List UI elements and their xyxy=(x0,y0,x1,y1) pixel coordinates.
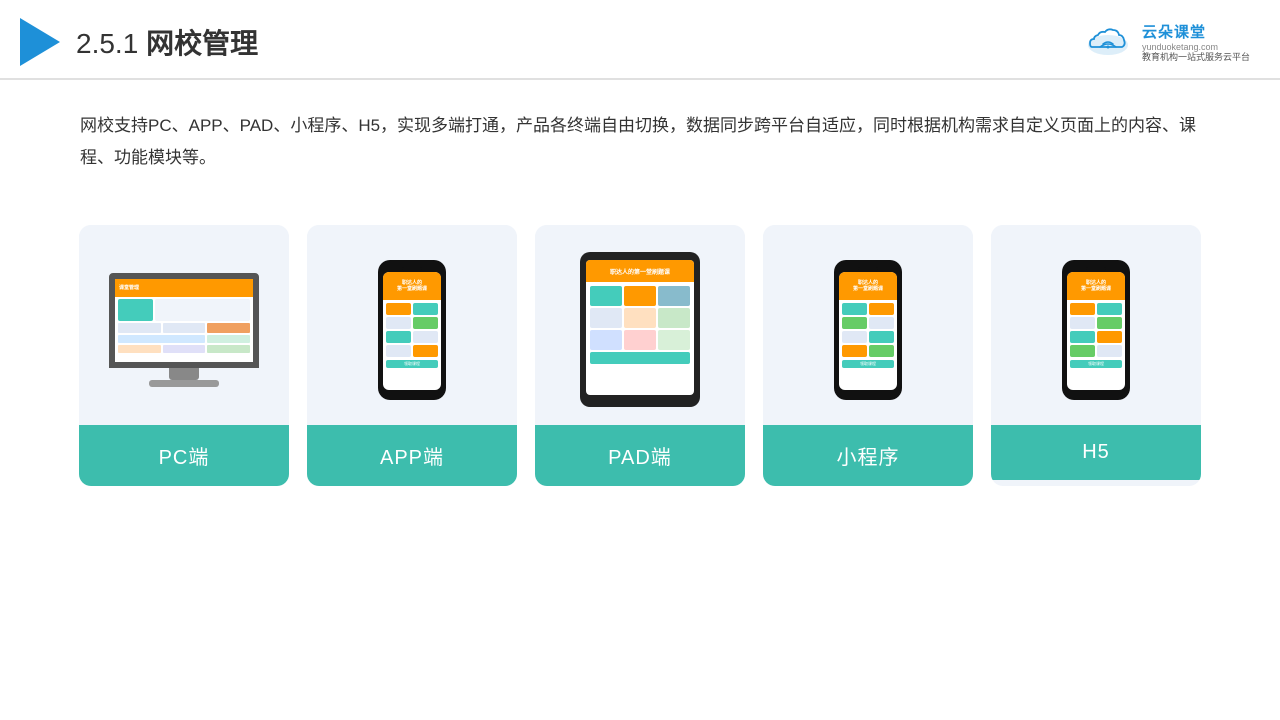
logo-tagline: 教育机构一站式服务云平台 xyxy=(1142,52,1250,64)
title-number: 2.5.1 xyxy=(76,28,138,59)
phone-notch-h5 xyxy=(1086,267,1106,272)
card-h5: 职达人的第一堂刷题课 xyxy=(991,225,1201,486)
phone-header-h5: 职达人的第一堂刷题课 xyxy=(1067,272,1125,300)
phone-notch-app xyxy=(402,267,422,272)
logo-text: 云朵课堂 yunduoketang.com 教育机构一站式服务云平台 xyxy=(1142,21,1250,64)
phone-header-mini: 职达人的第一堂刷题课 xyxy=(839,272,897,300)
phone-body-h5: 领取课程 xyxy=(1067,300,1125,371)
cards-container: 课堂管理 xyxy=(0,195,1280,506)
card-app-image: 职达人的第一堂刷题课 xyxy=(307,225,517,425)
phone-mockup-h5: 职达人的第一堂刷题课 xyxy=(1062,260,1130,400)
card-h5-label: H5 xyxy=(991,425,1201,480)
tablet-block-5 xyxy=(624,308,656,328)
tablet-body xyxy=(586,282,694,368)
play-icon xyxy=(20,18,60,66)
card-app-label: APP端 xyxy=(307,425,517,486)
tablet-block-1 xyxy=(590,286,622,306)
tablet-header: 职达人的第一堂刷题课 xyxy=(586,260,694,282)
pc-mockup: 课堂管理 xyxy=(109,273,259,387)
title-text: 网校管理 xyxy=(146,28,258,59)
pc-screen-content: 课堂管理 xyxy=(115,279,253,362)
tablet-block-3 xyxy=(658,286,690,306)
phone-screen-mini: 职达人的第一堂刷题课 xyxy=(839,272,897,390)
tablet-content: 职达人的第一堂刷题课 xyxy=(586,260,694,395)
pc-stand xyxy=(169,368,199,380)
tablet-block-wide xyxy=(590,352,690,364)
cloud-logo-icon xyxy=(1082,23,1134,61)
tablet-block-4 xyxy=(590,308,622,328)
card-miniprogram-label: 小程序 xyxy=(763,425,973,486)
card-pad: 职达人的第一堂刷题课 xyxy=(535,225,745,486)
phone-body-mini: 领取课程 xyxy=(839,300,897,371)
phone-mockup-mini: 职达人的第一堂刷题课 xyxy=(834,260,902,400)
card-miniprogram: 职达人的第一堂刷题课 xyxy=(763,225,973,486)
tablet-block-9 xyxy=(658,330,690,350)
card-miniprogram-image: 职达人的第一堂刷题课 xyxy=(763,225,973,425)
phone-screen-h5: 职达人的第一堂刷题课 xyxy=(1067,272,1125,390)
card-pc: 课堂管理 xyxy=(79,225,289,486)
pc-screen: 课堂管理 xyxy=(109,273,259,368)
tablet-block-7 xyxy=(590,330,622,350)
tablet-header-text: 职达人的第一堂刷题课 xyxy=(610,267,670,276)
phone-header-text-mini: 职达人的第一堂刷题课 xyxy=(853,280,883,292)
tablet-screen: 职达人的第一堂刷题课 xyxy=(586,260,694,395)
page-title: 2.5.1 网校管理 xyxy=(76,22,258,62)
card-pc-label: PC端 xyxy=(79,425,289,486)
header-left: 2.5.1 网校管理 xyxy=(20,18,258,66)
description-text: 网校支持PC、APP、PAD、小程序、H5，实现多端打通，产品各终端自由切换，数… xyxy=(80,110,1200,175)
phone-screen-app: 职达人的第一堂刷题课 xyxy=(383,272,441,390)
phone-body-app: 领取课程 xyxy=(383,300,441,371)
card-h5-image: 职达人的第一堂刷题课 xyxy=(991,225,1201,425)
phone-header-app: 职达人的第一堂刷题课 xyxy=(383,272,441,300)
tablet-block-2 xyxy=(624,286,656,306)
card-pc-image: 课堂管理 xyxy=(79,225,289,425)
card-app: 职达人的第一堂刷题课 xyxy=(307,225,517,486)
header: 2.5.1 网校管理 云朵课堂 yunduoketang.com 教育机构一站式… xyxy=(0,0,1280,80)
card-pad-label: PAD端 xyxy=(535,425,745,486)
logo-area: 云朵课堂 yunduoketang.com 教育机构一站式服务云平台 xyxy=(1082,21,1250,64)
logo-name: 云朵课堂 xyxy=(1142,21,1206,42)
phone-header-text-h5: 职达人的第一堂刷题课 xyxy=(1081,280,1111,292)
logo-url: yunduoketang.com xyxy=(1142,42,1218,52)
phone-header-text-app: 职达人的第一堂刷题课 xyxy=(397,280,427,292)
phone-notch-mini xyxy=(858,267,878,272)
pc-base xyxy=(149,380,219,387)
tablet-block-8 xyxy=(624,330,656,350)
tablet-block-6 xyxy=(658,308,690,328)
description: 网校支持PC、APP、PAD、小程序、H5，实现多端打通，产品各终端自由切换，数… xyxy=(0,80,1280,185)
tablet-mockup: 职达人的第一堂刷题课 xyxy=(580,252,700,407)
phone-mockup-app: 职达人的第一堂刷题课 xyxy=(378,260,446,400)
card-pad-image: 职达人的第一堂刷题课 xyxy=(535,225,745,425)
